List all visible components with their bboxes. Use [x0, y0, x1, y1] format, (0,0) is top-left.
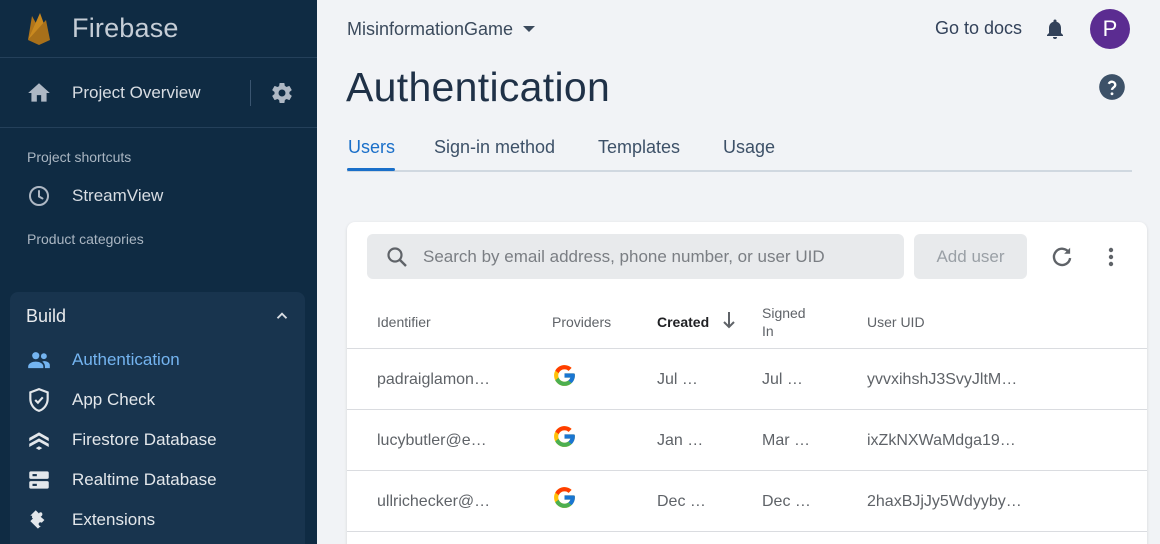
- cell-identifier: ullrichecker@…: [377, 493, 491, 510]
- sidebar: Firebase Project Overview Project shortc…: [0, 0, 317, 544]
- sidebar-item-firestore[interactable]: Firestore Database: [10, 420, 305, 460]
- active-tab-indicator: [347, 168, 395, 171]
- search-box[interactable]: [367, 234, 904, 279]
- puzzle-icon: [30, 510, 45, 529]
- tab-usage[interactable]: Usage: [723, 137, 775, 158]
- arrow-down-icon[interactable]: [721, 310, 737, 330]
- search-input[interactable]: [423, 246, 893, 267]
- cell-user-uid: 2haxBJjJy5Wdyyby…: [867, 493, 1022, 510]
- project-overview-label: Project Overview: [72, 82, 201, 102]
- cell-created: Jul …: [657, 371, 698, 388]
- project-name: MisinformationGame: [347, 18, 514, 39]
- sidebar-item-app-check[interactable]: App Check: [10, 380, 305, 420]
- column-created[interactable]: Created: [657, 314, 709, 330]
- brand[interactable]: Firebase: [0, 0, 317, 58]
- tab-bar: Users Sign-in method Templates Usage: [347, 133, 1132, 172]
- column-signed-in-line1: Signed: [762, 305, 806, 321]
- more-vert-icon[interactable]: [1104, 244, 1118, 270]
- shortcuts-header: Project shortcuts: [27, 149, 132, 165]
- sidebar-item-realtime-db[interactable]: Realtime Database: [10, 460, 305, 500]
- cell-signed-in: Mar …: [762, 432, 810, 449]
- clock-icon: [29, 186, 49, 206]
- cell-identifier: padraiglamon…: [377, 371, 490, 388]
- sidebar-item-label: App Check: [72, 390, 156, 409]
- shield-check-icon: [29, 388, 49, 412]
- column-providers[interactable]: Providers: [552, 314, 611, 330]
- build-label: Build: [26, 305, 67, 326]
- cell-user-uid: yvvxihshJ3SvyJltM…: [867, 371, 1018, 388]
- gear-icon[interactable]: [270, 81, 294, 105]
- sidebar-item-label: Firestore Database: [72, 430, 217, 449]
- users-card: Add user Identifier Providers Created Si…: [347, 222, 1147, 544]
- google-icon: [554, 487, 575, 508]
- caret-down-icon: [523, 26, 536, 32]
- sidebar-item-authentication[interactable]: Authentication: [10, 340, 305, 380]
- sidebar-item-extensions[interactable]: Extensions: [10, 500, 305, 540]
- build-section: Build Authentication App Check Firestore…: [10, 292, 305, 544]
- sidebar-item-label: Authentication: [72, 350, 180, 369]
- chevron-up-icon: [276, 312, 288, 319]
- firebase-logo-icon: [28, 12, 50, 45]
- shortcut-label: StreamView: [72, 186, 164, 205]
- topbar: MisinformationGame Go to docs P: [347, 9, 1137, 49]
- divider: [250, 80, 251, 106]
- cell-signed-in: Jul …: [762, 371, 803, 388]
- people-icon: [28, 352, 50, 369]
- cell-user-uid: ixZkNXWaMdga19…: [867, 432, 1016, 449]
- cell-identifier: lucybutler@e…: [377, 432, 487, 449]
- table-row[interactable]: lucybutler@e… Jan … Mar … ixZkNXWaMdga19…: [347, 410, 1147, 471]
- column-user-uid[interactable]: User UID: [867, 314, 925, 330]
- cell-signed-in: Dec …: [762, 493, 811, 510]
- tab-users[interactable]: Users: [348, 137, 395, 158]
- brand-name: Firebase: [72, 13, 179, 43]
- table-header: Identifier Providers Created Signed In U…: [347, 298, 1147, 349]
- table-row[interactable]: ullrichecker@… Dec … Dec … 2haxBJjJy5Wdy…: [347, 471, 1147, 532]
- firestore-icon: [29, 432, 49, 450]
- table-row[interactable]: padraiglamon… Jul … Jul … yvvxihshJ3SvyJ…: [347, 349, 1147, 410]
- help-icon[interactable]: [1098, 73, 1126, 101]
- avatar[interactable]: P: [1090, 9, 1130, 49]
- bell-icon[interactable]: [1043, 16, 1067, 42]
- sidebar-item-label: Realtime Database: [72, 470, 217, 489]
- tab-sign-in-method[interactable]: Sign-in method: [434, 137, 555, 158]
- home-icon: [28, 82, 50, 102]
- page-title: Authentication: [346, 64, 611, 110]
- project-selector[interactable]: MisinformationGame: [347, 18, 536, 40]
- column-signed-in[interactable]: Signed In: [762, 304, 806, 340]
- cell-created: Jan …: [657, 432, 704, 449]
- column-signed-in-line2: In: [762, 323, 774, 339]
- build-header[interactable]: Build: [10, 292, 305, 340]
- categories-header: Product categories: [27, 231, 144, 247]
- search-icon: [387, 246, 407, 267]
- cell-created: Dec …: [657, 493, 706, 510]
- column-identifier[interactable]: Identifier: [377, 314, 431, 330]
- sidebar-item-label: Extensions: [72, 510, 156, 529]
- shortcut-streamview[interactable]: StreamView: [0, 174, 317, 218]
- database-icon: [29, 471, 49, 489]
- google-icon: [554, 426, 575, 447]
- project-overview[interactable]: Project Overview: [0, 58, 317, 128]
- add-user-button[interactable]: Add user: [914, 234, 1027, 279]
- google-icon: [554, 365, 575, 386]
- refresh-icon[interactable]: [1049, 244, 1075, 270]
- go-to-docs-link[interactable]: Go to docs: [935, 18, 1022, 39]
- tab-templates[interactable]: Templates: [598, 137, 680, 158]
